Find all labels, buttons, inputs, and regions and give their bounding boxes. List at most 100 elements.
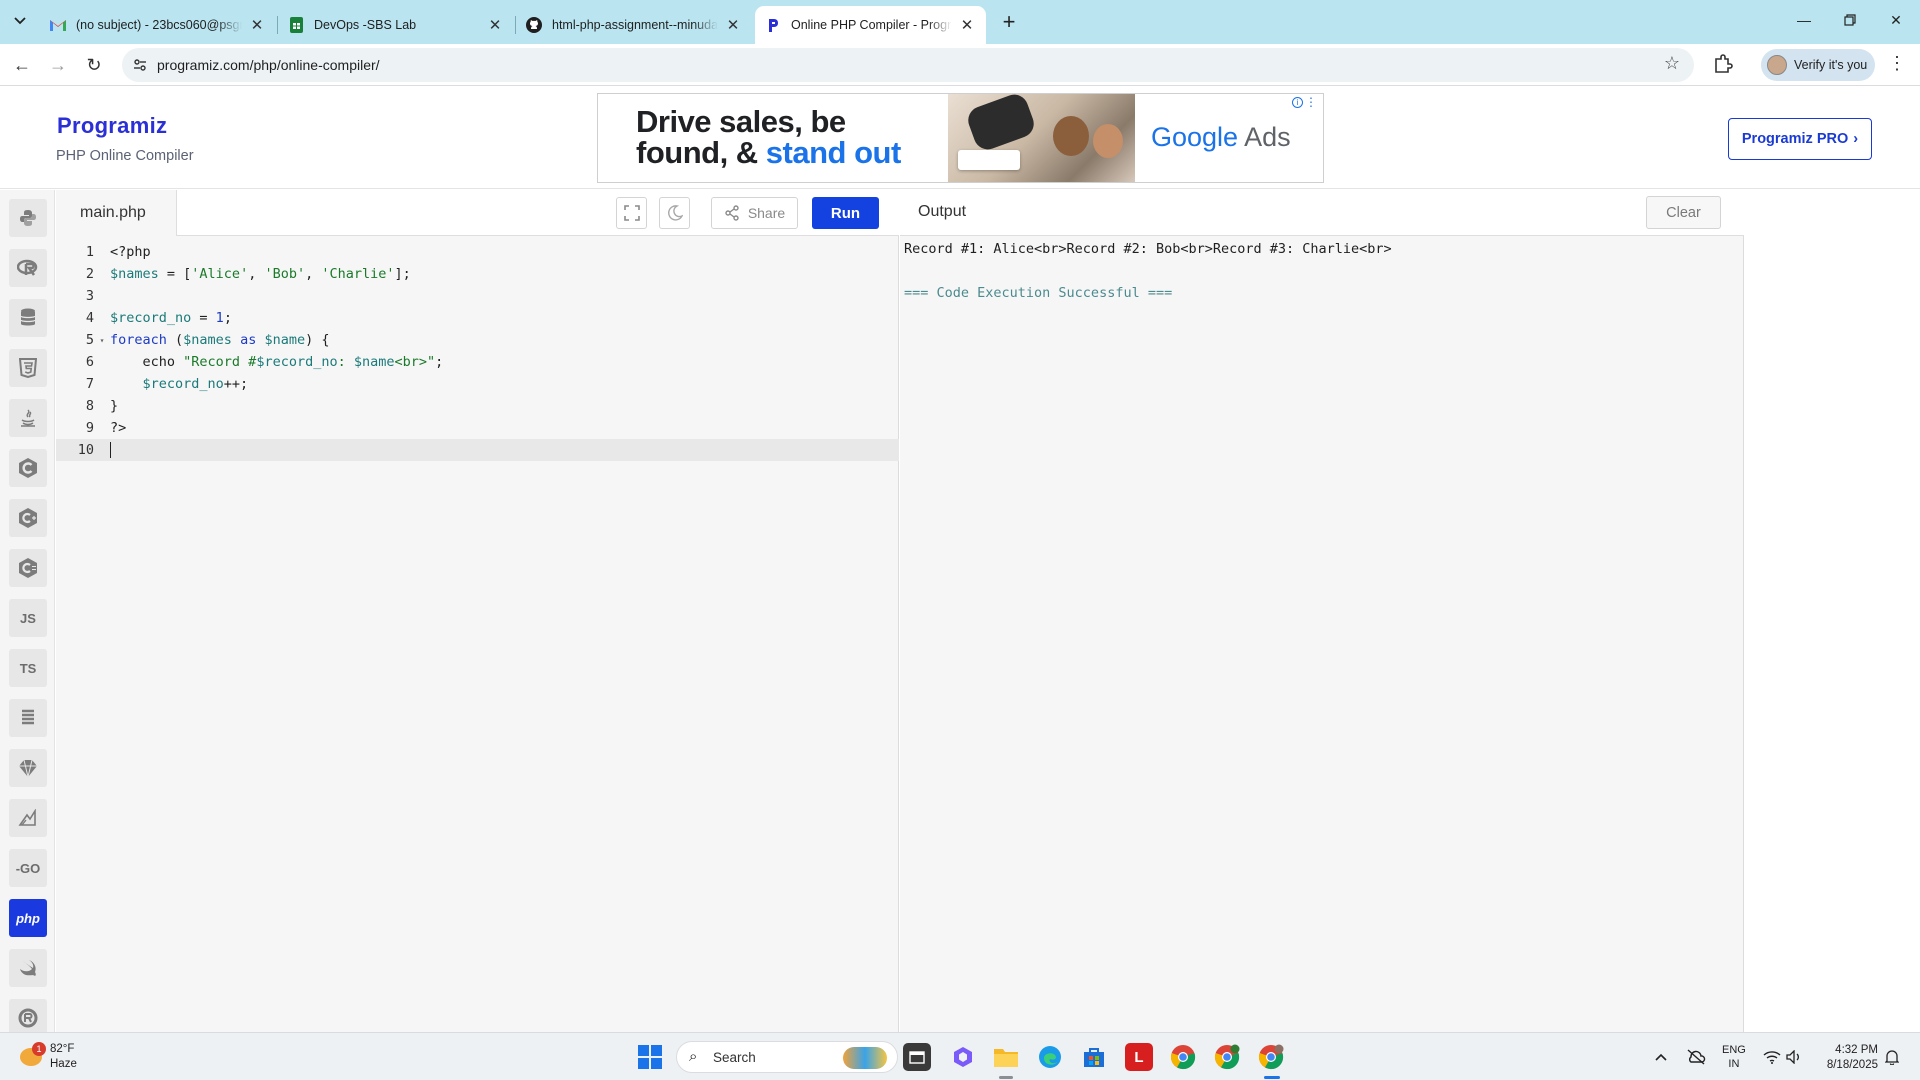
close-tab-icon[interactable]: ✕ [958,16,976,34]
dark-mode-button[interactable] [659,197,690,229]
cpp-icon[interactable] [9,499,47,537]
file-tab[interactable]: main.php [56,190,177,236]
code-line[interactable]: 5 ▾ foreach ($names as $name) { [56,329,899,351]
onedrive-offline-icon[interactable] [1686,1033,1706,1080]
code-token: = [ [158,266,192,282]
copilot-icon[interactable] [949,1043,977,1071]
browser-tab-github[interactable]: html-php-assignment--minudasha ✕ [516,6,752,44]
code-line[interactable]: 2 $names = ['Alice', 'Bob', 'Charlie']; [56,263,899,285]
search-highlight-image [843,1047,887,1069]
github-icon [526,17,542,33]
notifications-icon[interactable] [1885,1033,1899,1080]
go-icon[interactable]: -GO [9,849,47,887]
file-explorer-icon[interactable] [992,1043,1020,1071]
volume-icon[interactable] [1786,1033,1802,1080]
ad-info-icon[interactable]: i [1292,97,1303,108]
code-token: as [240,332,257,348]
tab-title: Online PHP Compiler - Programiz [791,18,952,32]
moon-icon [667,205,683,221]
edge-icon[interactable] [1036,1043,1064,1071]
forward-button[interactable]: → [44,51,72,79]
c-icon[interactable] [9,449,47,487]
rust-icon[interactable] [9,999,47,1032]
new-tab-button[interactable]: + [995,8,1023,36]
ruby-icon[interactable] [9,749,47,787]
site-info-icon[interactable] [132,57,148,73]
code-line[interactable]: 9 ?> [56,417,899,439]
app-l-icon[interactable]: L [1125,1043,1153,1071]
address-bar[interactable]: programiz.com/php/online-compiler/ ☆ [122,48,1694,82]
typescript-icon[interactable]: TS [9,649,47,687]
extensions-icon[interactable] [1710,53,1734,77]
fullscreen-button[interactable] [616,197,647,229]
javascript-icon[interactable]: JS [9,599,47,637]
chrome-active-icon[interactable] [1257,1043,1285,1071]
chrome-profile-icon[interactable] [1213,1043,1241,1071]
programiz-logo[interactable]: Programiz [57,113,167,139]
code-line[interactable]: 6 echo "Record #$record_no: $name<br>"; [56,351,899,373]
weather-widget[interactable]: 1 82°F Haze [18,1040,98,1074]
code-token: "Record # [183,354,257,370]
wifi-icon[interactable] [1763,1033,1781,1080]
stack-icon[interactable] [9,699,47,737]
minimize-button[interactable]: — [1781,0,1827,40]
code-line[interactable]: 8} [56,395,899,417]
close-tab-icon[interactable]: ✕ [248,16,266,34]
browser-tab-sheets[interactable]: DevOps -SBS Lab ✕ [278,6,514,44]
ad-headline: Drive sales, be found, & stand out [636,106,901,168]
kotlin-icon[interactable] [9,799,47,837]
swift-icon[interactable] [9,949,47,987]
tab-title: DevOps -SBS Lab [314,18,417,32]
weather-temperature: 82°F [50,1043,75,1055]
sql-icon[interactable] [9,299,47,337]
share-button[interactable]: Share [711,197,798,229]
show-hidden-icons[interactable] [1655,1033,1667,1080]
java-icon[interactable] [9,399,47,437]
arrow-left-icon: ← [13,54,31,75]
taskbar-search[interactable]: ⌕ Search [676,1041,898,1073]
python-icon[interactable] [9,199,47,237]
browser-tab-programiz[interactable]: Online PHP Compiler - Programiz ✕ [755,6,986,44]
run-button[interactable]: Run [812,197,879,229]
csharp-icon[interactable] [9,549,47,587]
tab-search-button[interactable] [7,8,33,34]
code-line[interactable]: 10 [56,439,899,461]
code-line[interactable]: 1 <?php [56,241,899,263]
code-line[interactable]: 3 [56,285,899,307]
php-icon[interactable]: php [9,899,47,937]
restore-button[interactable] [1827,0,1873,40]
code-token: 'Bob' [264,266,306,282]
fold-toggle-icon[interactable]: ▾ [94,336,110,345]
code-line[interactable]: 4 $record_no = 1; [56,307,899,329]
browser-tab-gmail[interactable]: (no subject) - 23bcs060@psgrkc ✕ [40,6,276,44]
close-tab-icon[interactable]: ✕ [724,16,742,34]
input-language-indicator[interactable]: ENG IN [1722,1043,1746,1071]
system-clock[interactable]: 4:32 PM 8/18/2025 [1812,1043,1878,1073]
code-line[interactable]: 7 $record_no++; [56,373,899,395]
language-sidebar: JS TS -GO php [0,190,55,1032]
output-console[interactable]: Record #1: Alice<br>Record #2: Bob<br>Re… [904,238,1392,304]
chrome-icon[interactable] [1169,1043,1197,1071]
close-tab-icon[interactable]: ✕ [486,16,504,34]
html-icon[interactable] [9,349,47,387]
close-window-button[interactable]: ✕ [1873,0,1919,40]
back-button[interactable]: ← [8,51,36,79]
bookmark-star-icon[interactable]: ☆ [1664,53,1680,74]
task-view-icon[interactable] [903,1043,931,1071]
clear-button[interactable]: Clear [1646,196,1721,229]
line-number: 3 [85,288,94,304]
profile-button[interactable]: Verify it's you [1761,49,1875,81]
programiz-pro-button[interactable]: Programiz PRO › [1728,118,1872,160]
site-header: Programiz PHP Online Compiler Drive sale… [0,87,1920,189]
windows-start-icon[interactable] [638,1045,662,1069]
ad-options-icon[interactable]: ⋮ [1305,95,1317,109]
google-ads-banner[interactable]: Drive sales, be found, & stand out Googl… [597,93,1324,183]
microsoft-store-icon[interactable] [1080,1043,1108,1071]
reload-button[interactable]: ↻ [80,51,108,79]
sheets-icon [288,17,304,33]
url-text: programiz.com/php/online-compiler/ [157,57,380,73]
browser-tab-strip: (no subject) - 23bcs060@psgrkc ✕ DevOps … [0,0,1920,44]
code-editor[interactable]: 1 <?php 2 $names = ['Alice', 'Bob', 'Charli… [56,237,899,1032]
r-icon[interactable] [9,249,47,287]
browser-menu-icon[interactable]: ⋮ [1888,53,1906,74]
